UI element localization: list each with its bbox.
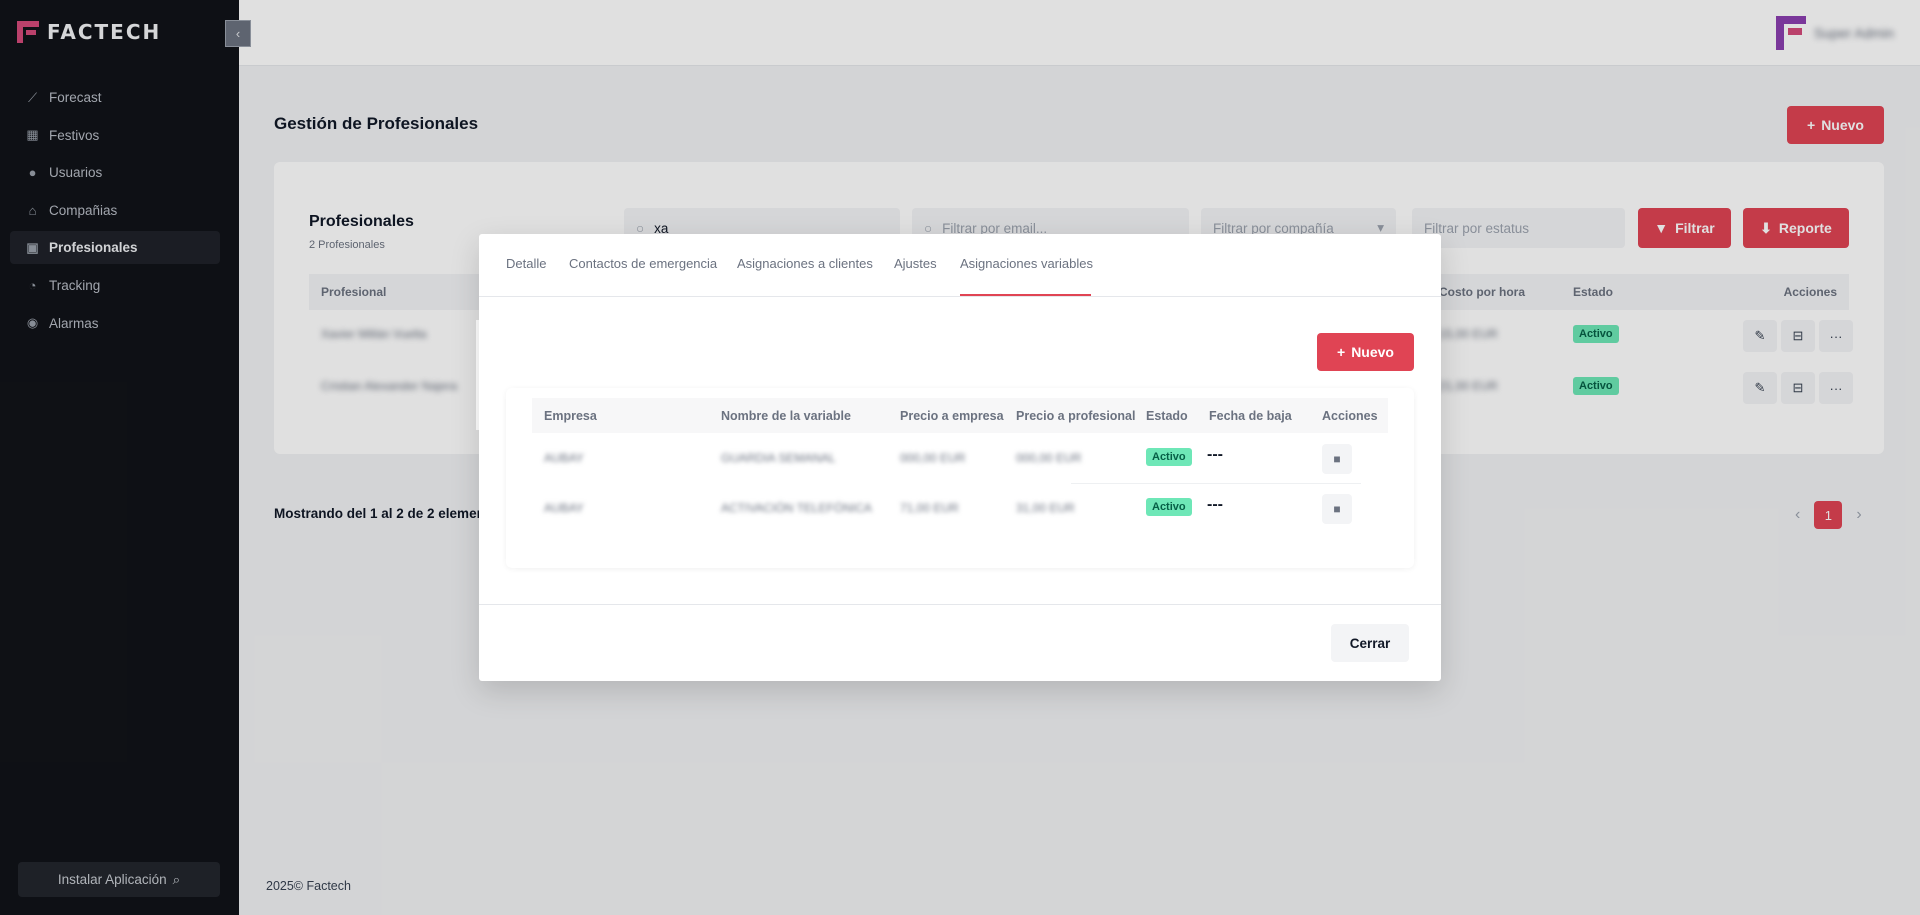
status-badge: Activo (1146, 448, 1192, 466)
empresa-cell: AUBAY (544, 501, 584, 515)
new-label: Nuevo (1351, 344, 1394, 360)
column-precio-profesional: Precio a profesional (1016, 409, 1136, 423)
fecha-baja-cell: --- (1207, 446, 1223, 463)
add-variable-button[interactable]: + Nuevo (1317, 333, 1414, 371)
tab-detalle[interactable]: Detalle (506, 256, 546, 271)
empresa-cell: AUBAY (544, 451, 584, 465)
precio-empresa-cell: 000,00 EUR (900, 451, 966, 465)
precio-profesional-cell: 000,00 EUR (1016, 451, 1082, 465)
professional-modal: Detalle Contactos de emergencia Asignaci… (479, 234, 1441, 681)
tab-asignaciones-clientes[interactable]: Asignaciones a clientes (737, 256, 873, 271)
variables-table-header: Empresa Nombre de la variable Precio a e… (532, 398, 1388, 433)
tab-ajustes[interactable]: Ajustes (894, 256, 937, 271)
variable-cell: ACTIVACIÓN TELEFÓNICA (721, 501, 872, 515)
column-variable: Nombre de la variable (721, 409, 851, 423)
modal-tabs: Detalle Contactos de emergencia Asignaci… (479, 234, 1441, 297)
precio-profesional-cell: 31,00 EUR (1016, 501, 1075, 515)
tab-asignaciones-variables[interactable]: Asignaciones variables (960, 256, 1093, 271)
column-precio-empresa: Precio a empresa (900, 409, 1004, 423)
precio-empresa-cell: 71,00 EUR (900, 501, 959, 515)
column-empresa: Empresa (544, 409, 597, 423)
variable-cell: GUARDIA SEMANAL (721, 451, 836, 465)
delete-button[interactable]: ■ (1322, 444, 1352, 474)
column-acciones: Acciones (1322, 409, 1378, 423)
column-fecha-baja: Fecha de baja (1209, 409, 1292, 423)
table-row[interactable]: AUBAY GUARDIA SEMANAL 000,00 EUR 000,00 … (532, 433, 1388, 483)
fecha-baja-cell: --- (1207, 496, 1223, 513)
active-tab-indicator (960, 294, 1091, 296)
delete-button[interactable]: ■ (1322, 494, 1352, 524)
status-badge: Activo (1146, 498, 1192, 516)
tab-contactos-emergencia[interactable]: Contactos de emergencia (569, 256, 717, 271)
column-estado: Estado (1146, 409, 1188, 423)
close-button[interactable]: Cerrar (1331, 624, 1409, 662)
trash-icon: ■ (1333, 502, 1341, 516)
modal-footer-divider (479, 604, 1441, 605)
plus-icon: + (1337, 344, 1346, 360)
table-row[interactable]: AUBAY ACTIVACIÓN TELEFÓNICA 71,00 EUR 31… (532, 483, 1388, 533)
trash-icon: ■ (1333, 452, 1341, 466)
